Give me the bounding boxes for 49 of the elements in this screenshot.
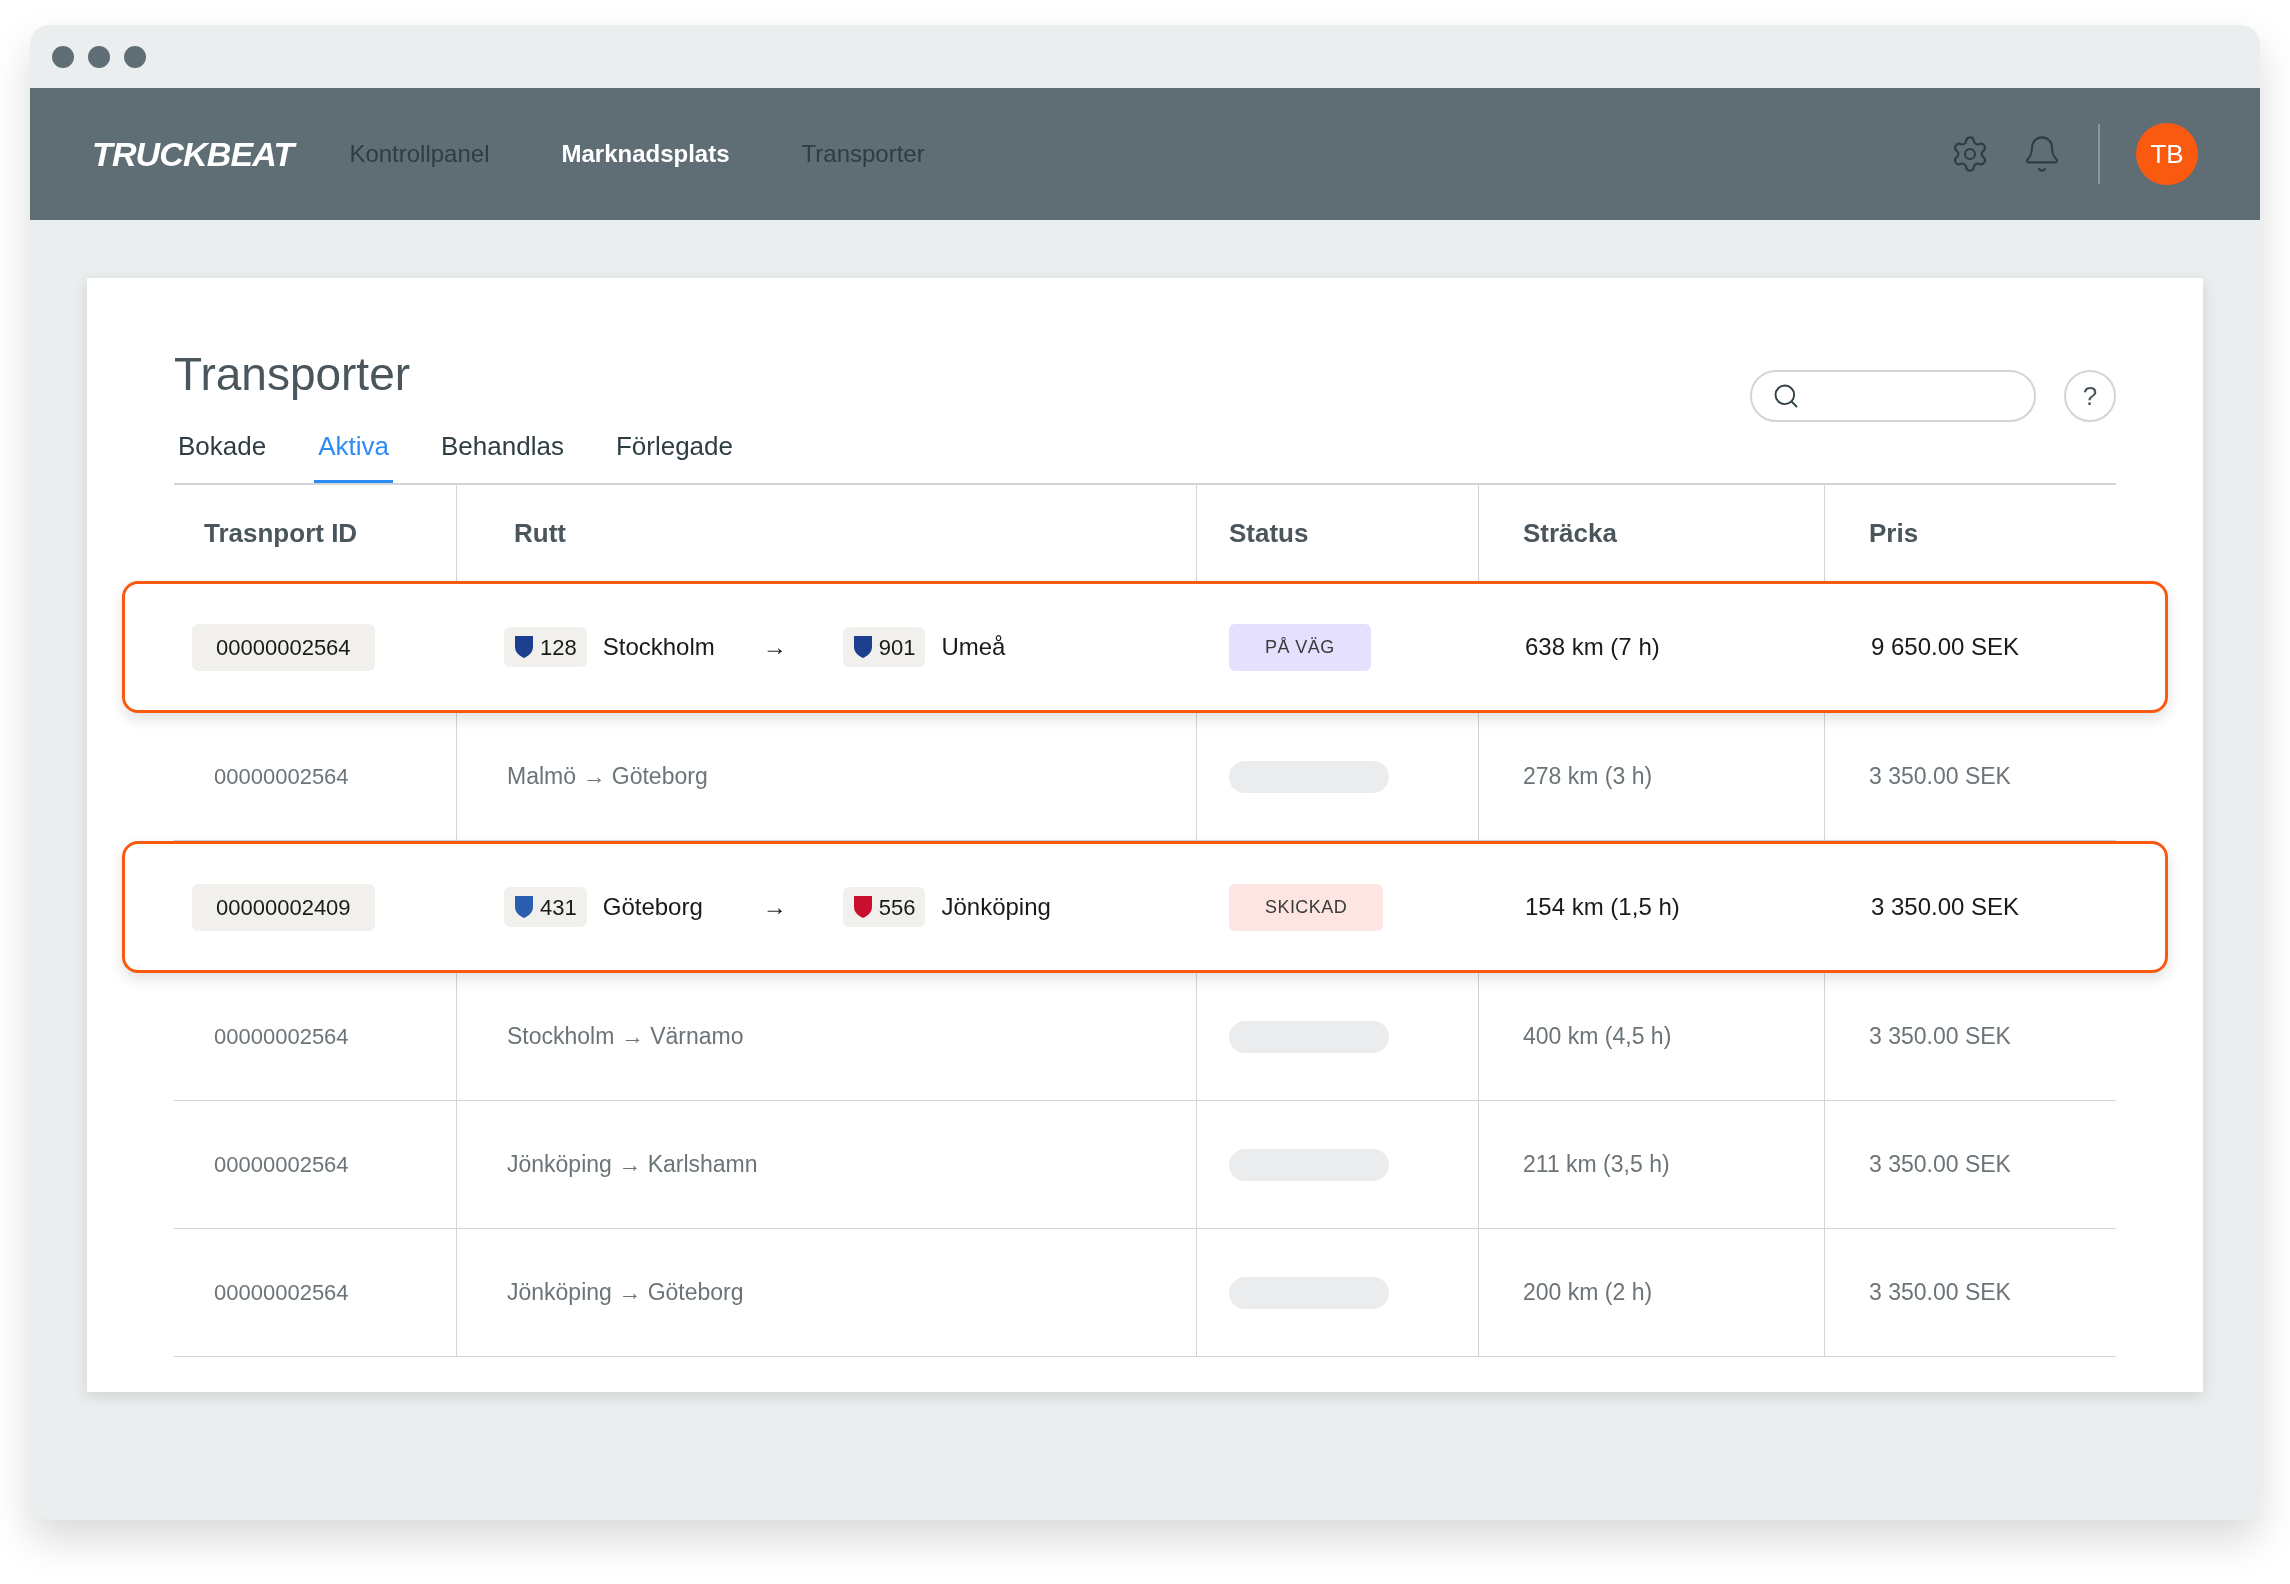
transport-id: 00000002409 <box>192 883 375 931</box>
price-text: 3 350.00 SEK <box>1869 762 2011 792</box>
price-text: 3 350.00 SEK <box>1869 1278 2011 1308</box>
distance-text: 200 km (2 h) <box>1523 1278 1653 1308</box>
column-header: Rutt <box>514 516 566 550</box>
column-header: Status <box>1229 516 1309 550</box>
price-text: 3 350.00 SEK <box>1869 1150 2011 1180</box>
route-code-badge: 431 <box>504 887 587 927</box>
search-field[interactable] <box>1750 370 2036 422</box>
arrow-text: → <box>762 892 788 922</box>
highlighted-row[interactable]: 00000002409 431 Göteborg → 556 Jönköping SKICKAD 154 km (1,5 h) 3 350.00 SEK <box>122 841 2168 973</box>
status-badge: SKICKAD <box>1229 883 1384 931</box>
highlighted-row[interactable]: 00000002564 128 Stockholm → 901 Umeå PÅ VÄG 638 km (7 h) 9 650.00 SEK <box>122 581 2168 713</box>
status-badge: PÅ VÄG <box>1229 623 1371 671</box>
route-code-badge: 901 <box>842 627 926 667</box>
route-city: Stockholm <box>602 632 716 662</box>
transport-id: 00000002564 <box>214 1151 349 1179</box>
route-text: Jönköping → Karlshamn <box>507 1150 758 1180</box>
tab[interactable]: Bokade <box>174 427 271 483</box>
arrow-text: → <box>762 632 788 662</box>
price-text: 3 350.00 SEK <box>1871 893 2020 920</box>
price-text: 9 650.00 SEK <box>1871 633 2020 660</box>
route-text: Stockholm → Värnamo <box>507 1022 744 1052</box>
tab[interactable]: Förlegade <box>611 427 737 483</box>
distance-text: 154 km (1,5 h) <box>1525 893 1680 920</box>
distance-text: 638 km (7 h) <box>1525 633 1660 660</box>
help-button[interactable]: ? <box>2064 370 2116 422</box>
price-text: 3 350.00 SEK <box>1869 1022 2011 1052</box>
route-code-badge: 128 <box>504 627 587 667</box>
column-header: Sträcka <box>1523 516 1617 550</box>
route-code-badge: 556 <box>842 887 926 927</box>
distance-text: 211 km (3,5 h) <box>1523 1150 1670 1180</box>
transport-id: 00000002564 <box>192 623 375 671</box>
transport-id: 00000002564 <box>214 1279 349 1307</box>
distance-text: 278 km (3 h) <box>1523 762 1653 792</box>
tab[interactable]: Behandlas <box>437 427 568 483</box>
column-header: Pris <box>1869 516 1919 550</box>
route-city: Jönköping <box>941 892 1051 922</box>
search-icon <box>1772 382 1800 410</box>
transport-id: 00000002564 <box>214 1023 349 1051</box>
column-header: Trasnport ID <box>204 516 358 550</box>
page-title: Transporter <box>174 347 412 402</box>
distance-text: 400 km (4,5 h) <box>1523 1022 1672 1052</box>
route-city: Göteborg <box>602 892 704 922</box>
nav-link[interactable]: Marknadsplats <box>561 136 730 172</box>
route-city: Umeå <box>941 632 1006 662</box>
route-text: Jönköping → Göteborg <box>507 1278 744 1308</box>
route-text: Malmö → Göteborg <box>507 762 708 792</box>
transport-id: 00000002564 <box>214 763 349 791</box>
